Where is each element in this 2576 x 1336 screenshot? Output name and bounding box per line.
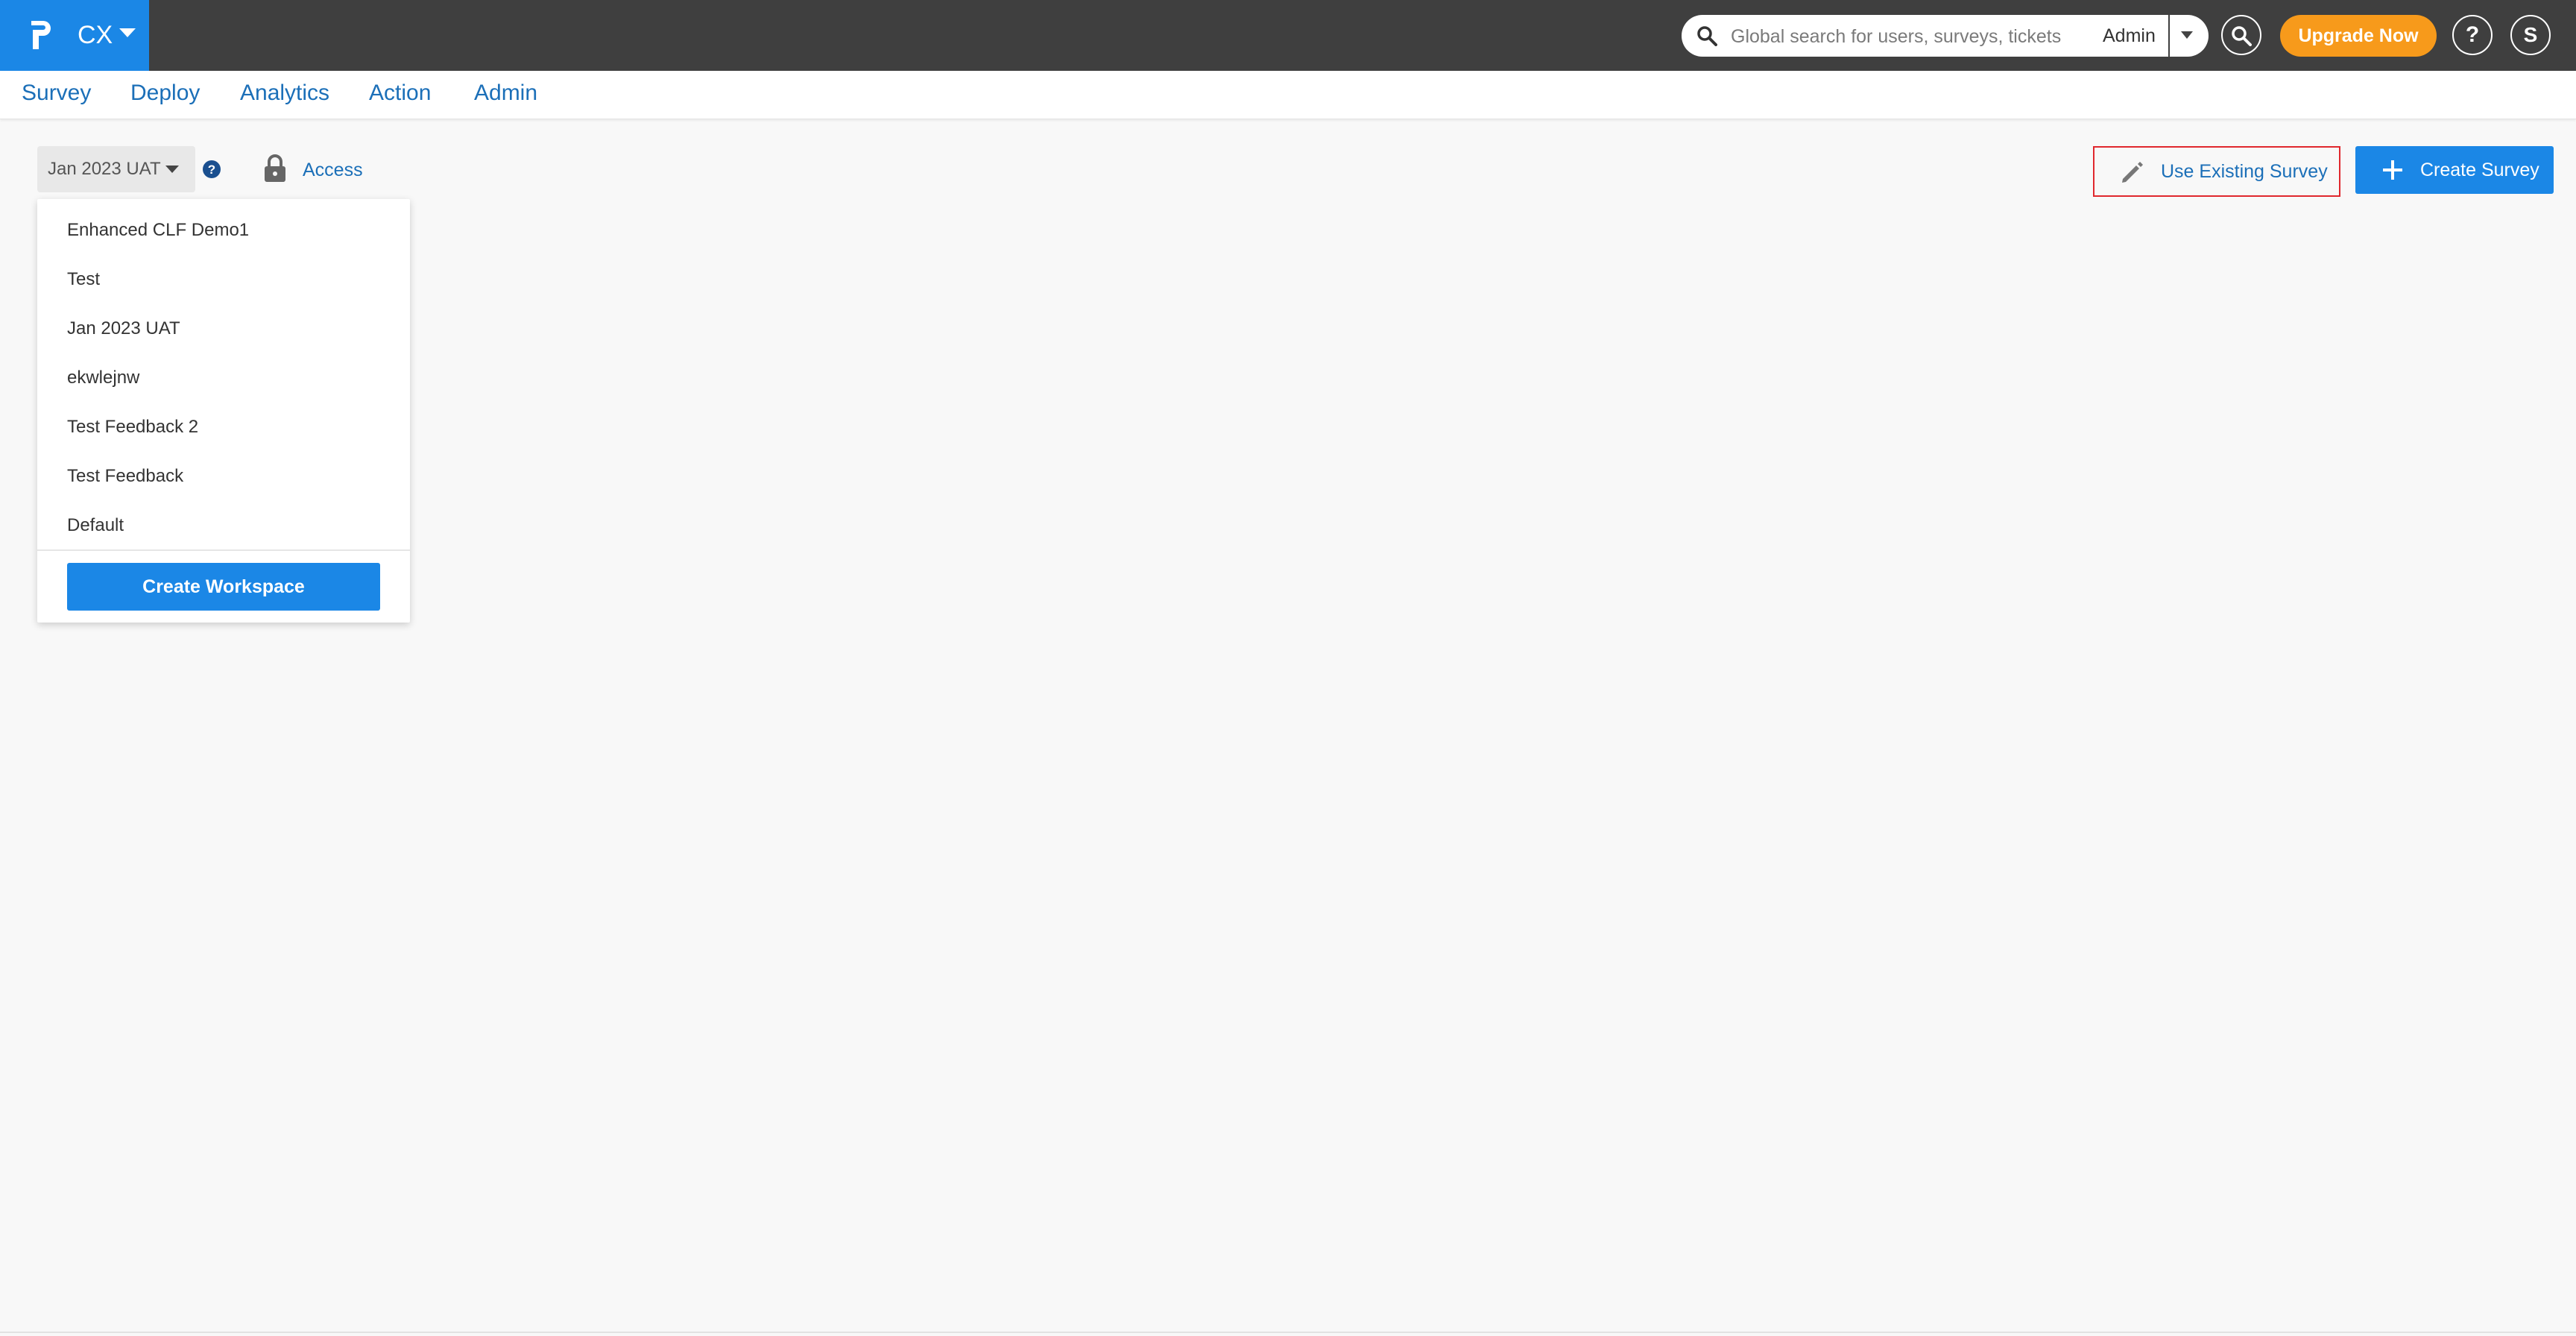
chevron-down-icon <box>119 28 136 37</box>
main-nav: Survey Deploy Analytics Action Admin <box>0 71 2576 119</box>
nav-analytics[interactable]: Analytics <box>240 71 329 119</box>
workspace-dropdown: Enhanced CLF Demo1 Test Jan 2023 UAT ekw… <box>37 199 410 623</box>
search-button[interactable] <box>2221 15 2261 55</box>
search-input[interactable] <box>1729 15 2127 57</box>
product-switcher[interactable]: CX <box>0 0 149 71</box>
workspace-option[interactable]: Test <box>67 267 100 292</box>
svg-text:?: ? <box>208 163 215 177</box>
chevron-down-icon[interactable] <box>2181 31 2193 39</box>
search-icon <box>2232 26 2252 46</box>
global-search: Admin <box>1682 15 2209 57</box>
upgrade-button[interactable]: Upgrade Now <box>2280 15 2437 57</box>
divider <box>0 1332 2576 1333</box>
lock-icon <box>265 154 285 182</box>
use-existing-survey-button[interactable]: Use Existing Survey <box>2093 146 2340 197</box>
search-scope[interactable]: Admin <box>2103 15 2168 57</box>
create-survey-button[interactable]: Create Survey <box>2355 146 2554 194</box>
nav-survey[interactable]: Survey <box>22 71 91 119</box>
workspace-option[interactable]: Enhanced CLF Demo1 <box>67 218 249 243</box>
workspace-select-value: Jan 2023 UAT <box>48 159 161 179</box>
workspace-option[interactable]: Default <box>67 513 124 538</box>
help-icon[interactable]: ? <box>202 160 221 179</box>
plus-icon <box>2383 160 2402 180</box>
access-link[interactable]: Access <box>303 158 363 182</box>
nav-action[interactable]: Action <box>369 71 431 119</box>
search-icon <box>1697 26 1717 46</box>
chevron-down-icon <box>165 166 179 173</box>
workspace-option[interactable]: Jan 2023 UAT <box>67 316 180 341</box>
create-survey-label: Create Survey <box>2420 160 2539 180</box>
workspace-option[interactable]: Test Feedback 2 <box>67 415 198 440</box>
help-button[interactable]: ? <box>2452 15 2493 55</box>
nav-admin[interactable]: Admin <box>474 71 537 119</box>
pencil-icon <box>2122 162 2143 183</box>
nav-deploy[interactable]: Deploy <box>130 71 200 119</box>
use-existing-survey-label: Use Existing Survey <box>2161 161 2328 182</box>
top-bar: CX Admin Upgrade Now ? S <box>0 0 2576 71</box>
logo-icon <box>31 21 51 49</box>
create-workspace-button[interactable]: Create Workspace <box>67 563 380 611</box>
workspace-option[interactable]: ekwlejnw <box>67 365 139 391</box>
divider <box>2168 15 2170 57</box>
workspace-option[interactable]: Test Feedback <box>67 464 183 489</box>
avatar[interactable]: S <box>2510 15 2551 55</box>
divider <box>37 549 410 551</box>
workspace-select[interactable]: Jan 2023 UAT <box>37 146 195 192</box>
app-name: CX <box>78 21 113 49</box>
